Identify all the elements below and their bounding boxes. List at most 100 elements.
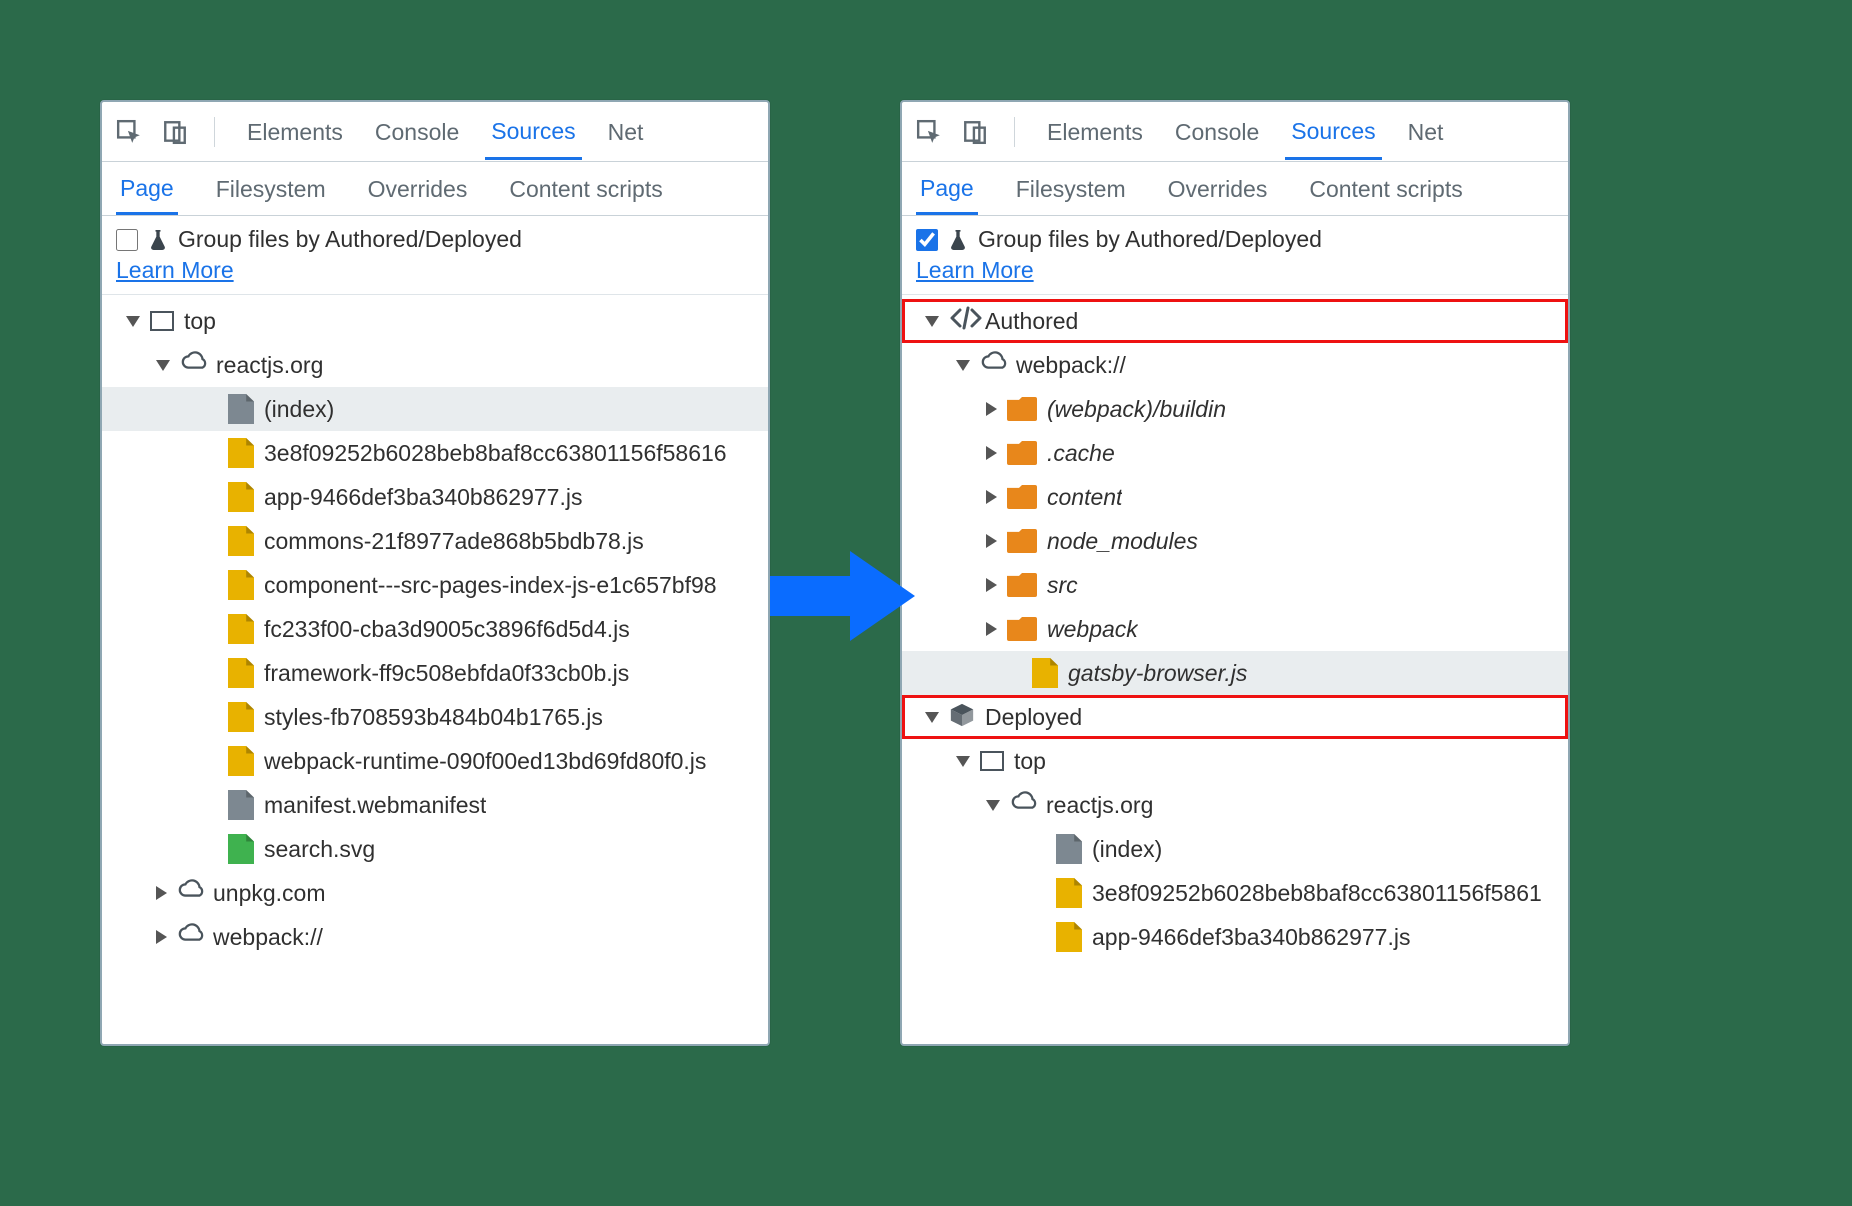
tree-item[interactable]: search.svg [102, 827, 768, 871]
disclosure-spacer [204, 798, 218, 812]
tree-item[interactable]: node_modules [902, 519, 1568, 563]
inspect-icon[interactable] [916, 119, 942, 145]
file-icon [228, 834, 254, 864]
tree-item[interactable]: reactjs.org [902, 783, 1568, 827]
tree-item[interactable]: webpack:// [102, 915, 768, 959]
disclosure-right-icon[interactable] [156, 886, 167, 900]
groupby-label: Group files by Authored/Deployed [978, 226, 1322, 253]
device-toggle-icon[interactable] [962, 119, 988, 145]
tree-item[interactable]: app-9466def3ba340b862977.js [902, 915, 1568, 959]
subtab-filesystem[interactable]: Filesystem [1012, 164, 1130, 213]
disclosure-down-icon[interactable] [126, 316, 140, 327]
subtab-overrides[interactable]: Overrides [364, 164, 472, 213]
tree-item[interactable]: Authored [902, 299, 1568, 343]
groupby-checkbox[interactable] [116, 229, 138, 251]
tree-item-label: src [1047, 572, 1078, 599]
disclosure-down-icon[interactable] [156, 360, 170, 371]
disclosure-right-icon[interactable] [986, 490, 997, 504]
tree-item[interactable]: framework-ff9c508ebfda0f33cb0b.js [102, 651, 768, 695]
tree-item[interactable]: webpack-runtime-090f00ed13bd69fd80f0.js [102, 739, 768, 783]
disclosure-down-icon[interactable] [956, 756, 970, 767]
file-tree-before: top reactjs.org (index)3e8f09252b6028beb8b… [102, 295, 768, 967]
tree-item[interactable]: src [902, 563, 1568, 607]
learn-more-link[interactable]: Learn More [116, 257, 234, 284]
tree-item[interactable]: (index) [102, 387, 768, 431]
tree-item[interactable]: top [902, 739, 1568, 783]
toolbar-separator [214, 117, 215, 147]
tree-item[interactable]: unpkg.com [102, 871, 768, 915]
file-icon [1056, 922, 1082, 952]
tree-item[interactable]: webpack [902, 607, 1568, 651]
disclosure-right-icon[interactable] [986, 578, 997, 592]
subtab-content-scripts[interactable]: Content scripts [505, 164, 666, 213]
tab-console[interactable]: Console [1169, 105, 1265, 158]
file-icon [228, 438, 254, 468]
subtab-page[interactable]: Page [116, 163, 178, 215]
subtab-filesystem[interactable]: Filesystem [212, 164, 330, 213]
folder-icon [1007, 573, 1037, 597]
tree-item-label: webpack:// [1016, 352, 1126, 379]
tab-elements[interactable]: Elements [1041, 105, 1149, 158]
tree-item[interactable]: app-9466def3ba340b862977.js [102, 475, 768, 519]
disclosure-spacer [204, 446, 218, 460]
file-icon [1032, 658, 1058, 688]
device-toggle-icon[interactable] [162, 119, 188, 145]
disclosure-right-icon[interactable] [986, 402, 997, 416]
sources-subtabs: Page Filesystem Overrides Content script… [902, 162, 1568, 216]
disclosure-down-icon[interactable] [956, 360, 970, 371]
disclosure-down-icon[interactable] [986, 800, 1000, 811]
subtab-content-scripts[interactable]: Content scripts [1305, 164, 1466, 213]
toolbar-separator [1014, 117, 1015, 147]
tab-console[interactable]: Console [369, 105, 465, 158]
tab-network-cut[interactable]: Net [1402, 105, 1450, 158]
tree-item-label: Authored [985, 308, 1078, 335]
file-icon [228, 614, 254, 644]
tree-item[interactable]: webpack:// [902, 343, 1568, 387]
tree-item-label: .cache [1047, 440, 1115, 467]
disclosure-right-icon[interactable] [986, 534, 997, 548]
inspect-icon[interactable] [116, 119, 142, 145]
tree-item[interactable]: gatsby-browser.js [902, 651, 1568, 695]
tree-item-label: framework-ff9c508ebfda0f33cb0b.js [264, 660, 629, 687]
tab-elements[interactable]: Elements [241, 105, 349, 158]
tree-item[interactable]: content [902, 475, 1568, 519]
cloud-icon [1010, 790, 1036, 820]
experiment-icon [948, 228, 968, 252]
tree-item-label: styles-fb708593b484b04b1765.js [264, 704, 603, 731]
tab-sources[interactable]: Sources [485, 104, 581, 160]
tree-item-label: manifest.webmanifest [264, 792, 486, 819]
tree-item[interactable]: styles-fb708593b484b04b1765.js [102, 695, 768, 739]
tree-item[interactable]: 3e8f09252b6028beb8baf8cc63801156f5861 [902, 871, 1568, 915]
disclosure-spacer [1032, 886, 1046, 900]
tree-item[interactable]: top [102, 299, 768, 343]
disclosure-down-icon[interactable] [925, 712, 939, 723]
tree-item[interactable]: (index) [902, 827, 1568, 871]
disclosure-right-icon[interactable] [156, 930, 167, 944]
tree-item[interactable]: manifest.webmanifest [102, 783, 768, 827]
disclosure-right-icon[interactable] [986, 622, 997, 636]
tree-item[interactable]: (webpack)/buildin [902, 387, 1568, 431]
disclosure-down-icon[interactable] [925, 316, 939, 327]
tree-item[interactable]: Deployed [902, 695, 1568, 739]
tree-item[interactable]: 3e8f09252b6028beb8baf8cc63801156f58616 [102, 431, 768, 475]
disclosure-spacer [1032, 930, 1046, 944]
tab-sources[interactable]: Sources [1285, 104, 1381, 160]
tree-item[interactable]: commons-21f8977ade868b5bdb78.js [102, 519, 768, 563]
tree-item-label: search.svg [264, 836, 375, 863]
disclosure-right-icon[interactable] [986, 446, 997, 460]
tree-item-label: reactjs.org [216, 352, 323, 379]
subtab-page[interactable]: Page [916, 163, 978, 215]
learn-more-link[interactable]: Learn More [916, 257, 1034, 284]
disclosure-spacer [204, 534, 218, 548]
tab-network-cut[interactable]: Net [602, 105, 650, 158]
groupby-checkbox[interactable] [916, 229, 938, 251]
tree-item[interactable]: fc233f00-cba3d9005c3896f6d5d4.js [102, 607, 768, 651]
disclosure-spacer [204, 490, 218, 504]
tree-item-label: (webpack)/buildin [1047, 396, 1226, 423]
tree-item-label: Deployed [985, 704, 1082, 731]
subtab-overrides[interactable]: Overrides [1164, 164, 1272, 213]
tree-item[interactable]: .cache [902, 431, 1568, 475]
tree-item[interactable]: component---src-pages-index-js-e1c657bf9… [102, 563, 768, 607]
tree-item[interactable]: reactjs.org [102, 343, 768, 387]
disclosure-spacer [204, 622, 218, 636]
